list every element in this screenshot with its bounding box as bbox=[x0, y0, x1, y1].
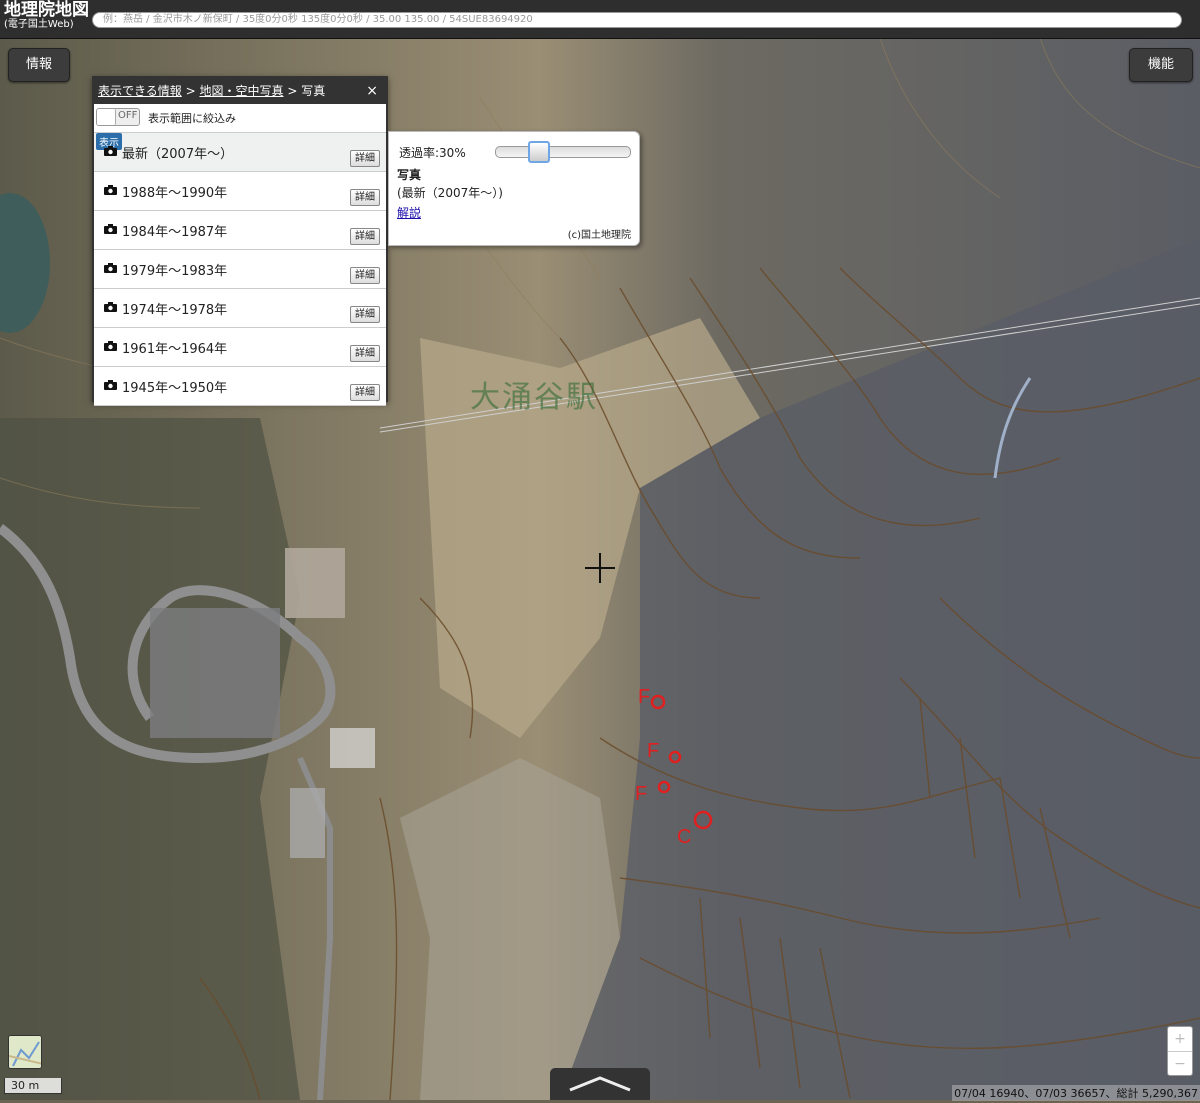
toggle-knob bbox=[97, 109, 116, 125]
filter-row: OFF 表示範囲に絞込み bbox=[94, 104, 386, 133]
detail-button[interactable]: 詳細 bbox=[350, 228, 380, 245]
camera-icon bbox=[104, 263, 117, 273]
close-icon[interactable]: × bbox=[366, 78, 378, 104]
zoom-out-button[interactable]: − bbox=[1168, 1052, 1192, 1076]
photo-layer-item[interactable]: 表示 最新（2007年～） 詳細 bbox=[94, 133, 386, 172]
photo-layer-item[interactable]: 1984年～1987年 詳細 bbox=[94, 211, 386, 250]
bottom-drawer-button[interactable] bbox=[550, 1068, 650, 1100]
photo-layer-item[interactable]: 1961年～1964年 詳細 bbox=[94, 328, 386, 367]
photo-layer-label: 1974年～1978年 bbox=[122, 303, 228, 318]
layer-info-popup: 透過率:30% 写真 (最新（2007年～）) 解説 (c)国土地理院 bbox=[388, 131, 640, 246]
photo-layer-label: 1988年～1990年 bbox=[122, 186, 228, 201]
photo-layer-label: 1979年～1983年 bbox=[122, 264, 228, 279]
photo-layer-item[interactable]: 1988年～1990年 詳細 bbox=[94, 172, 386, 211]
marker-f-2-label: F bbox=[647, 740, 660, 762]
info-button[interactable]: 情報 bbox=[8, 48, 70, 82]
functions-button[interactable]: 機能 bbox=[1129, 48, 1193, 82]
detail-button[interactable]: 詳細 bbox=[350, 267, 380, 284]
photo-layer-label: 1961年～1964年 bbox=[122, 342, 228, 357]
opacity-label: 透過率:30% bbox=[399, 146, 466, 160]
breadcrumb-separator: > bbox=[185, 84, 196, 98]
minimap-button[interactable] bbox=[8, 1035, 42, 1069]
photo-layer-item[interactable]: 1974年～1978年 詳細 bbox=[94, 289, 386, 328]
detail-button[interactable]: 詳細 bbox=[350, 384, 380, 401]
search-input[interactable]: 例：燕岳 / 金沢市木ノ新保町 / 35度0分0秒 135度0分0秒 / 35.… bbox=[92, 12, 1182, 28]
camera-icon bbox=[104, 185, 117, 195]
copyright-credit: (c)国土地理院 bbox=[567, 230, 631, 241]
breadcrumb-available-info[interactable]: 表示できる情報 bbox=[98, 84, 182, 98]
photo-layer-label: 最新（2007年～） bbox=[122, 147, 234, 162]
popup-title: 写真 bbox=[397, 168, 422, 182]
marker-f-3-label: F bbox=[635, 783, 648, 805]
photo-layer-label: 1984年～1987年 bbox=[122, 225, 228, 240]
camera-icon bbox=[104, 146, 117, 156]
breadcrumb-separator: > bbox=[287, 84, 298, 98]
chevron-up-icon bbox=[569, 1076, 631, 1092]
photo-layer-item[interactable]: 1979年～1983年 詳細 bbox=[94, 250, 386, 289]
logo-title: 地理院地図 bbox=[4, 0, 89, 20]
detail-button[interactable]: 詳細 bbox=[350, 306, 380, 323]
camera-icon bbox=[104, 380, 117, 390]
opacity-slider-thumb[interactable] bbox=[528, 141, 550, 163]
breadcrumb-maps-photos[interactable]: 地図・空中写真 bbox=[199, 84, 283, 98]
layer-panel: 表示できる情報 > 地図・空中写真 > 写真 × OFF 表示範囲に絞込み 表示… bbox=[92, 76, 388, 406]
camera-icon bbox=[104, 302, 117, 312]
detail-button[interactable]: 詳細 bbox=[350, 150, 380, 167]
photo-layer-label: 1945年～1950年 bbox=[122, 381, 228, 396]
header-bar: 地理院地図 (電子国土Web) 例：燕岳 / 金沢市木ノ新保町 / 35度0分0… bbox=[0, 0, 1200, 39]
marker-c-label: C bbox=[677, 826, 692, 848]
zoom-control: + − bbox=[1167, 1026, 1193, 1076]
explanation-link[interactable]: 解説 bbox=[397, 204, 421, 221]
app-logo[interactable]: 地理院地図 (電子国土Web) bbox=[4, 2, 89, 30]
marker-f-1-label: F bbox=[638, 686, 651, 708]
zoom-in-button[interactable]: + bbox=[1168, 1027, 1192, 1052]
scale-bar: 30 m bbox=[4, 1078, 62, 1094]
logo-subtitle: (電子国土Web) bbox=[4, 19, 74, 30]
detail-button[interactable]: 詳細 bbox=[350, 345, 380, 362]
breadcrumb-photo: 写真 bbox=[301, 84, 326, 98]
access-counter: 07/04 16940、07/03 36657、総計 5,290,367 bbox=[952, 1085, 1200, 1101]
opacity-slider[interactable] bbox=[495, 141, 631, 163]
camera-icon bbox=[104, 341, 117, 351]
filter-label: 表示範囲に絞込み bbox=[148, 112, 236, 125]
detail-button[interactable]: 詳細 bbox=[350, 189, 380, 206]
camera-icon bbox=[104, 224, 117, 234]
filter-toggle[interactable]: OFF bbox=[96, 108, 140, 126]
toggle-state: OFF bbox=[118, 110, 138, 121]
minimap-icon bbox=[9, 1036, 41, 1068]
station-place-label: 大涌谷駅 bbox=[470, 380, 598, 415]
panel-header: 表示できる情報 > 地図・空中写真 > 写真 × bbox=[94, 78, 386, 104]
photo-layer-item[interactable]: 1945年～1950年 詳細 bbox=[94, 367, 386, 406]
popup-subtitle: (最新（2007年～）) bbox=[397, 186, 503, 200]
